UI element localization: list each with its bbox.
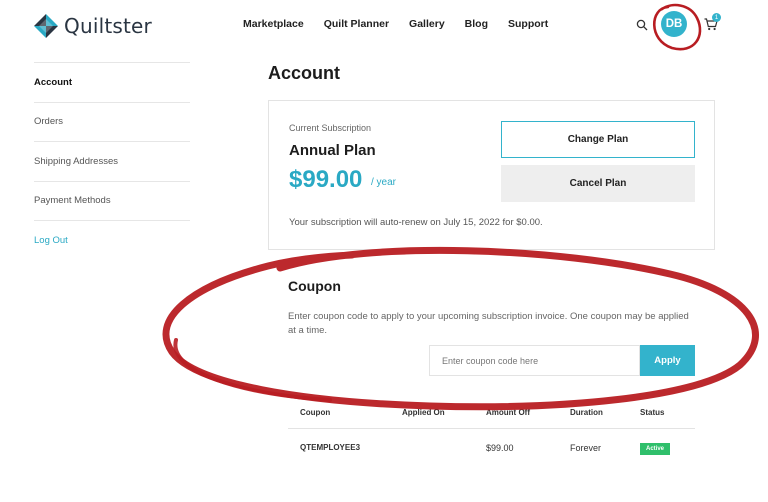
sidebar-item-account[interactable]: Account: [34, 62, 190, 102]
nav-blog[interactable]: Blog: [465, 18, 488, 30]
change-plan-button[interactable]: Change Plan: [501, 121, 695, 158]
page-title: Account: [268, 63, 340, 83]
nav-marketplace[interactable]: Marketplace: [243, 18, 304, 30]
column-header-status: Status: [640, 408, 665, 417]
coupon-title: Coupon: [288, 278, 341, 294]
nav-quilt-planner[interactable]: Quilt Planner: [324, 18, 389, 30]
account-sidebar: Account Orders Shipping Addresses Paymen…: [34, 62, 190, 260]
search-icon[interactable]: [636, 19, 648, 31]
plan-name: Annual Plan: [289, 142, 376, 159]
subscription-label: Current Subscription: [289, 123, 372, 133]
cancel-plan-button[interactable]: Cancel Plan: [501, 165, 695, 202]
coupon-code-cell: QTEMPLOYEE3: [300, 443, 361, 452]
plan-price: $99.00: [289, 166, 363, 193]
sidebar-item-shipping-addresses[interactable]: Shipping Addresses: [34, 141, 190, 181]
nav-gallery[interactable]: Gallery: [409, 18, 445, 30]
column-header-duration: Duration: [570, 408, 603, 417]
avatar[interactable]: DB: [661, 11, 687, 37]
table-divider: [288, 428, 695, 429]
column-header-coupon: Coupon: [300, 408, 331, 417]
sidebar-item-log-out[interactable]: Log Out: [34, 220, 190, 260]
column-header-amount-off: Amount Off: [486, 408, 530, 417]
nav-support[interactable]: Support: [508, 18, 548, 30]
brand-name: Quiltster: [64, 14, 152, 38]
site-header: Quiltster Marketplace Quilt Planner Gall…: [0, 0, 768, 50]
column-header-applied-on: Applied On: [402, 408, 445, 417]
duration-cell: Forever: [570, 443, 602, 453]
logo[interactable]: Quiltster: [34, 14, 152, 38]
quilt-logo-icon: [34, 14, 58, 38]
coupon-annotation-stroke: [173, 338, 332, 402]
subscription-card: Current Subscription Annual Plan $99.00 …: [268, 100, 715, 250]
cart-count-badge: 1: [712, 13, 721, 22]
apply-coupon-button[interactable]: Apply: [640, 345, 695, 376]
coupon-description: Enter coupon code to apply to your upcom…: [288, 311, 689, 336]
main-nav: Marketplace Quilt Planner Gallery Blog S…: [243, 18, 568, 30]
renewal-notice: Your subscription will auto-renew on Jul…: [289, 217, 543, 228]
coupon-code-input[interactable]: [429, 345, 640, 376]
status-badge: Active: [640, 443, 670, 455]
sidebar-item-payment-methods[interactable]: Payment Methods: [34, 180, 190, 221]
amount-off-cell: $99.00: [486, 443, 514, 453]
plan-period: / year: [371, 177, 397, 188]
sidebar-item-orders[interactable]: Orders: [34, 101, 190, 142]
